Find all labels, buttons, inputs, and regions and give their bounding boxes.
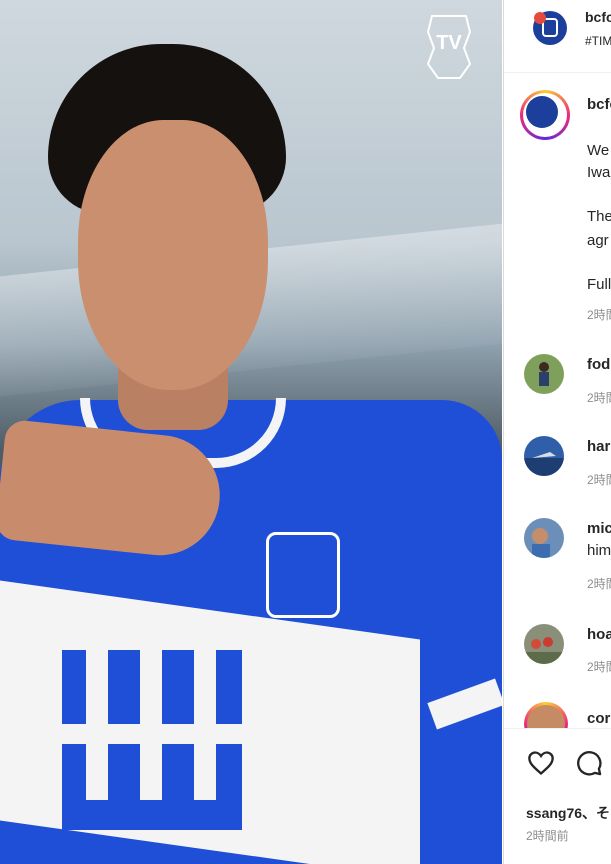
comment-time[interactable]: 2時間 [587,658,611,675]
sponsor-logo [62,650,242,830]
comment-text: him [587,542,611,559]
caption-text-line: The [587,208,611,225]
post-header: bcfc #TIM [504,0,611,73]
caption-text-line: We [587,142,610,159]
comment-icon[interactable] [574,749,604,777]
comment-username[interactable]: cor [587,710,610,727]
post-media[interactable]: TV [0,0,502,864]
comment-avatar[interactable] [524,436,564,476]
comment-time[interactable]: 2時間 [587,389,611,406]
comment-username[interactable]: fod [587,356,610,373]
comment-avatar[interactable] [524,518,564,558]
caption-text-line: agr [587,232,609,249]
caption-avatar[interactable] [520,90,570,140]
likes-summary[interactable]: ssang76、そ [526,803,610,823]
comment-time[interactable]: 2時間 [587,575,611,592]
caption-username[interactable]: bcfc [587,96,611,113]
post-hashtag[interactable]: #TIM [585,34,611,48]
post-side-panel: bcfc #TIM bcfc We Iwa The agr Full 2時間 f… [503,0,611,864]
caption-text-line: Iwa [587,164,611,181]
comment-username[interactable]: hoa [587,626,611,643]
account-username[interactable]: bcfc [585,9,611,25]
comment-time[interactable]: 2時間 [587,471,611,488]
comment-username[interactable]: har [587,438,610,455]
tv-badge-label: TV [436,32,462,54]
tv-badge-icon: TV [424,12,474,82]
caption-text-line: Full [587,276,611,293]
heart-icon[interactable] [526,749,556,777]
post-time[interactable]: 2時間前 [526,827,569,844]
player-face [78,120,268,390]
account-avatar[interactable] [532,10,568,46]
caption-time[interactable]: 2時間 [587,306,611,323]
club-crest [266,532,340,618]
comment-avatar[interactable] [524,354,564,394]
comment-username[interactable]: mic [587,520,611,537]
comment-avatar[interactable] [524,624,564,664]
post-actions: ssang76、そ 2時間前 [504,728,611,864]
